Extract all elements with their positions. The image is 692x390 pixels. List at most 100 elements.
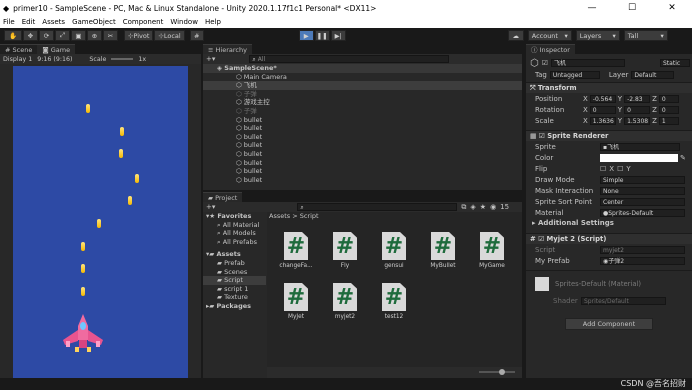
- sprite-field[interactable]: ▪飞机: [600, 142, 680, 151]
- tab-hierarchy[interactable]: ≡ Hierarchy: [203, 44, 252, 54]
- tree-item[interactable]: ▰ Prefab: [203, 259, 266, 268]
- additional-settings-foldout[interactable]: ▸ Additional Settings: [526, 218, 692, 229]
- script-asset[interactable]: # test12: [373, 283, 415, 320]
- minimize-button[interactable]: —: [572, 3, 612, 13]
- tree-item[interactable]: ⌕ All Prefabs: [203, 238, 266, 247]
- rect-tool-icon[interactable]: ▣: [71, 30, 86, 41]
- object-name-input[interactable]: 飞机: [551, 59, 626, 67]
- tree-item[interactable]: ▰ script 1: [203, 285, 266, 294]
- assets-header[interactable]: ▾▰ Assets: [203, 250, 266, 259]
- layers-dropdown[interactable]: Layers ▾: [575, 30, 620, 41]
- layer-dropdown[interactable]: Default: [631, 71, 675, 79]
- menu-file[interactable]: File: [3, 18, 15, 26]
- rotation-y-field[interactable]: 0: [624, 105, 651, 114]
- tree-item[interactable]: ▰ Texture: [203, 293, 266, 302]
- script-asset[interactable]: # changeFa...: [275, 232, 317, 269]
- hierarchy-item[interactable]: ⬡ bullet: [203, 116, 522, 125]
- static-dropdown[interactable]: Static: [660, 59, 690, 67]
- script-asset[interactable]: # MyBullet: [422, 232, 464, 269]
- script-asset[interactable]: # Fly: [324, 232, 366, 269]
- tag-dropdown[interactable]: Untagged: [549, 71, 600, 79]
- component-checkbox[interactable]: ☑: [539, 132, 545, 140]
- tab-project[interactable]: ▰ Project: [203, 192, 243, 202]
- add-component-button[interactable]: Add Component: [565, 318, 653, 330]
- step-button[interactable]: ▶|: [330, 30, 346, 41]
- tree-item[interactable]: ⌕ All Material: [203, 221, 266, 230]
- hierarchy-item[interactable]: ⬡ bullet: [203, 124, 522, 133]
- project-search-input[interactable]: ⌕: [297, 203, 458, 211]
- menu-gameobject[interactable]: GameObject: [72, 18, 116, 26]
- flip-y-checkbox[interactable]: ☐: [617, 165, 623, 173]
- hierarchy-item[interactable]: ⬡ bullet: [203, 159, 522, 168]
- menu-component[interactable]: Component: [123, 18, 164, 26]
- tree-item[interactable]: ⌕ All Models: [203, 229, 266, 238]
- scale-z-field[interactable]: 1: [658, 116, 679, 125]
- add-icon[interactable]: +▾: [206, 55, 215, 63]
- scale-tool-icon[interactable]: ⤢: [55, 30, 70, 41]
- color-swatch[interactable]: [600, 153, 678, 162]
- display-dropdown[interactable]: Display 1: [3, 56, 32, 63]
- script-component-header[interactable]: # ☑ Myjet 2 (Script): [526, 233, 692, 244]
- sprite-renderer-header[interactable]: ▦ ☑ Sprite Renderer: [526, 130, 692, 141]
- rotation-z-field[interactable]: 0: [658, 105, 679, 114]
- filter-label-icon[interactable]: ◈: [470, 203, 475, 211]
- hierarchy-item-selected[interactable]: ⬡ 飞机: [203, 81, 522, 90]
- tab-game[interactable]: ◙ Game: [37, 44, 76, 54]
- position-y-field[interactable]: -2.83: [624, 94, 651, 103]
- scale-x-field[interactable]: 1.3636: [589, 116, 616, 125]
- tab-scene[interactable]: # Scene: [0, 44, 38, 54]
- draw-mode-dropdown[interactable]: Simple: [600, 175, 685, 184]
- hierarchy-item[interactable]: ⬡ bullet: [203, 141, 522, 150]
- transform-tool-icon[interactable]: ⊕: [87, 30, 102, 41]
- script-asset[interactable]: # MyGame: [471, 232, 513, 269]
- hierarchy-item[interactable]: ⬡ Main Camera: [203, 73, 522, 82]
- pivot-toggle[interactable]: ⊹ Pivot: [124, 30, 154, 41]
- maximize-button[interactable]: ☐: [612, 3, 652, 13]
- aspect-dropdown[interactable]: 9:16 (9:16): [37, 56, 72, 63]
- component-checkbox[interactable]: ☑: [538, 235, 544, 243]
- my-prefab-field[interactable]: ◉子弹2: [600, 256, 685, 265]
- collab-cloud-icon[interactable]: ☁: [507, 30, 524, 41]
- rotate-tool-icon[interactable]: ⟳: [39, 30, 54, 41]
- menu-edit[interactable]: Edit: [22, 18, 36, 26]
- position-z-field[interactable]: 0: [658, 94, 679, 103]
- eye-icon[interactable]: ◉: [490, 203, 496, 211]
- hierarchy-item[interactable]: ⬡ bullet: [203, 176, 522, 185]
- tree-item[interactable]: ▰ Scenes: [203, 268, 266, 277]
- script-asset[interactable]: # myjet2: [324, 283, 366, 320]
- script-asset[interactable]: # MyJet: [275, 283, 317, 320]
- grid-snap-icon[interactable]: #: [189, 30, 204, 41]
- hierarchy-item[interactable]: ⬡ bullet: [203, 167, 522, 176]
- scale-y-field[interactable]: 1.5308: [624, 116, 651, 125]
- hierarchy-item[interactable]: ⬡ 游戏主控: [203, 98, 522, 107]
- icon-size-slider[interactable]: [479, 371, 515, 373]
- scale-slider[interactable]: [111, 58, 134, 60]
- local-toggle[interactable]: ⊹ Local: [154, 30, 185, 41]
- breadcrumb[interactable]: Assets > Script: [267, 212, 522, 222]
- play-button[interactable]: ▶: [298, 30, 314, 41]
- tree-item-selected[interactable]: ▰ Script: [203, 276, 266, 285]
- eyedropper-icon[interactable]: ✎: [680, 154, 686, 162]
- favorites-header[interactable]: ▾★ Favorites: [203, 212, 266, 221]
- flip-x-checkbox[interactable]: ☐: [600, 165, 606, 173]
- game-viewport[interactable]: [13, 66, 188, 390]
- hierarchy-item[interactable]: ⬡ bullet: [203, 150, 522, 159]
- filter-type-icon[interactable]: ⧉: [461, 203, 466, 212]
- packages-header[interactable]: ▸▰ Packages: [203, 302, 266, 311]
- scene-root-row[interactable]: ◈ SampleScene*: [203, 64, 522, 73]
- hierarchy-item[interactable]: ⬡ 子弹: [203, 107, 522, 116]
- custom-tool-icon[interactable]: ✂: [103, 30, 118, 41]
- add-icon[interactable]: +▾: [206, 203, 215, 211]
- close-button[interactable]: ✕: [652, 3, 692, 13]
- material-field[interactable]: ●Sprites-Default: [600, 208, 685, 217]
- icon-size-slider-handle[interactable]: [499, 369, 505, 375]
- hierarchy-item[interactable]: ⬡ bullet: [203, 133, 522, 142]
- position-x-field[interactable]: -0.564: [589, 94, 616, 103]
- favorite-star-icon[interactable]: ★: [480, 203, 486, 211]
- script-asset[interactable]: # gensui: [373, 232, 415, 269]
- menu-help[interactable]: Help: [205, 18, 221, 26]
- pause-button[interactable]: ❚❚: [314, 30, 330, 41]
- layout-dropdown[interactable]: Tall ▾: [623, 30, 668, 41]
- active-checkbox[interactable]: ☑: [542, 59, 548, 67]
- menu-assets[interactable]: Assets: [42, 18, 65, 26]
